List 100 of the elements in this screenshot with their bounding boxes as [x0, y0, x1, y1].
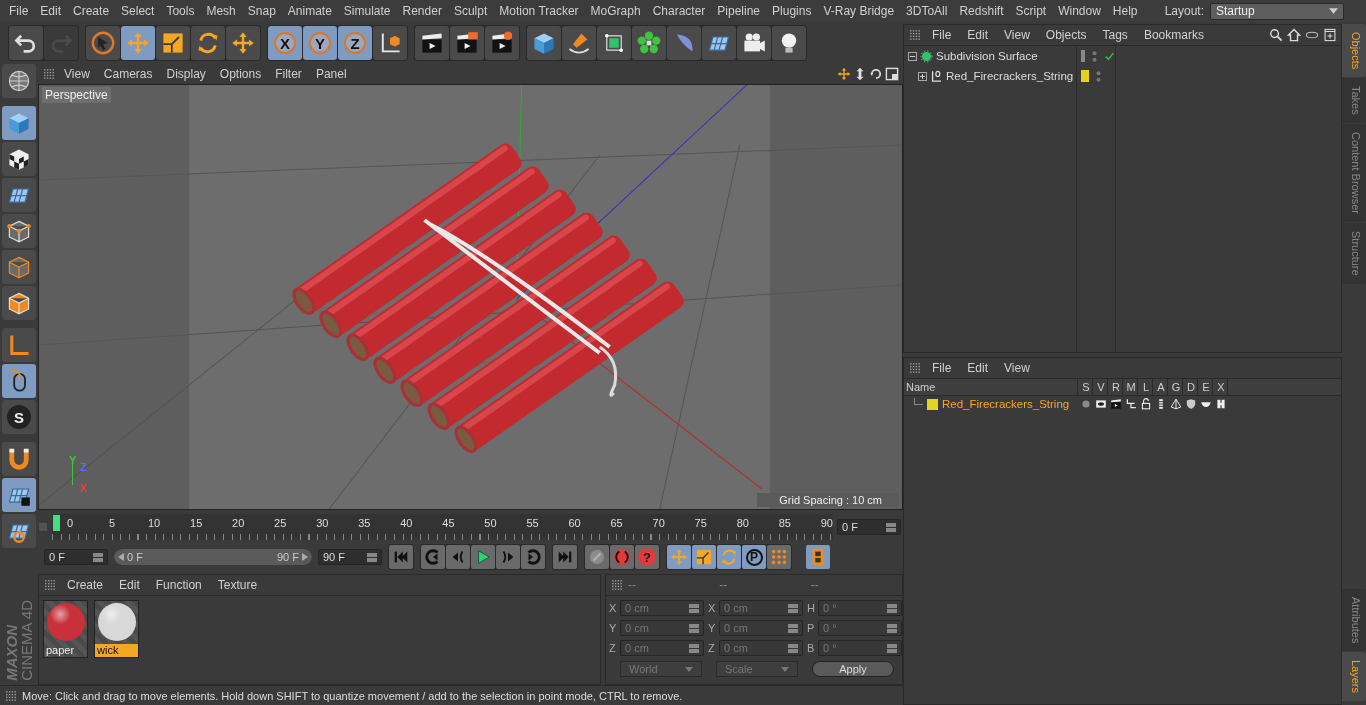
side-tab[interactable]: Content Browser	[1342, 124, 1366, 222]
apply-button[interactable]: Apply	[812, 661, 894, 677]
menu-item[interactable]: Tags	[1096, 28, 1134, 42]
frame-range-slider[interactable]: 0 F 90 F	[114, 549, 312, 565]
timeline-button[interactable]	[806, 545, 830, 569]
side-tab[interactable]: Layers	[1342, 651, 1366, 701]
menu-item[interactable]: Panel	[309, 67, 353, 81]
next-frame-button[interactable]	[496, 545, 520, 569]
material-swatch[interactable]: wick	[94, 600, 139, 658]
menu-item[interactable]: V-Ray Bridge	[817, 4, 901, 18]
menu-item[interactable]: Render	[396, 4, 448, 18]
menu-item[interactable]: Filter	[269, 67, 308, 81]
axis-lock-button[interactable]: Y	[303, 26, 337, 60]
menu-item[interactable]: Edit	[961, 28, 995, 42]
menu-item[interactable]: Display	[160, 67, 212, 81]
side-tab[interactable]: Objects	[1342, 24, 1366, 78]
menu-item[interactable]: Select	[115, 4, 161, 18]
column-header[interactable]: L	[1138, 379, 1153, 395]
axis-lock-button[interactable]: X	[268, 26, 302, 60]
parameter-key-button[interactable]: P	[742, 545, 766, 569]
menu-item[interactable]: Function	[149, 578, 208, 592]
check-icon[interactable]	[1104, 50, 1115, 62]
expand-toggle[interactable]	[918, 71, 927, 81]
column-header[interactable]: X	[1213, 379, 1228, 395]
menu-item[interactable]: Redshift	[953, 4, 1010, 18]
menu-item[interactable]: Script	[1009, 4, 1053, 18]
material-swatch[interactable]: paper	[43, 600, 88, 658]
play-button[interactable]	[471, 545, 495, 569]
menu-item[interactable]: Edit	[961, 361, 995, 375]
menu-item[interactable]: File	[926, 361, 958, 375]
mode-button[interactable]	[2, 442, 36, 476]
menu-item[interactable]: Snap	[241, 4, 282, 18]
menu-item[interactable]: File	[3, 4, 35, 18]
menu-item[interactable]: View	[58, 67, 96, 81]
tool-button[interactable]	[9, 26, 43, 60]
previous-frame-button[interactable]	[446, 545, 470, 569]
column-header[interactable]: Name	[904, 379, 1078, 395]
menu-item[interactable]: 3DToAll	[900, 4, 954, 18]
menu-item[interactable]: Sculpt	[447, 4, 494, 18]
axis-lock-button[interactable]: Z	[338, 26, 372, 60]
menu-item[interactable]: Create	[67, 4, 116, 18]
column-header[interactable]: E	[1198, 379, 1213, 395]
column-header[interactable]: A	[1153, 379, 1168, 395]
menu-item[interactable]: Edit	[34, 4, 68, 18]
menu-item[interactable]: File	[926, 28, 958, 42]
mode-button[interactable]	[2, 286, 36, 320]
right-arrow-icon[interactable]	[302, 553, 308, 561]
layer-color-swatch[interactable]	[927, 398, 938, 410]
object-name[interactable]: Red_Firecrackers_String	[946, 70, 1074, 82]
menu-item[interactable]: Help	[1106, 4, 1144, 18]
menu-item[interactable]: Objects	[1039, 28, 1093, 42]
tool-button[interactable]	[772, 26, 806, 60]
mode-button[interactable]	[2, 364, 36, 398]
menu-item[interactable]: Pipeline	[711, 4, 767, 18]
snap-button[interactable]: S	[2, 400, 36, 434]
column-header[interactable]: D	[1183, 379, 1198, 395]
menu-item[interactable]: Tools	[160, 4, 201, 18]
tool-button[interactable]	[373, 26, 407, 60]
column-header[interactable]: M	[1123, 379, 1138, 395]
keyframe-button[interactable]	[585, 545, 609, 569]
next-key-button[interactable]	[521, 545, 545, 569]
menu-item[interactable]: Plugins	[766, 4, 818, 18]
menu-item[interactable]: Character	[646, 4, 712, 18]
layer-color-tag[interactable]	[1081, 50, 1085, 62]
point-level-button[interactable]	[767, 545, 791, 569]
column-header[interactable]: V	[1093, 379, 1108, 395]
mode-button[interactable]	[2, 214, 36, 248]
menu-item[interactable]: Mesh	[200, 4, 242, 18]
left-arrow-icon[interactable]	[118, 553, 124, 561]
timeline-ruler[interactable]: 0 5 10 15 20 25 30 35 40 45 50 55 60 65 70 75 80 85 90	[52, 514, 833, 540]
menu-item[interactable]: Motion Tracker	[493, 4, 585, 18]
side-tab[interactable]: Structure	[1342, 223, 1366, 284]
menu-item[interactable]: Animate	[281, 4, 338, 18]
tool-button[interactable]	[485, 26, 519, 60]
menu-item[interactable]: Window	[1052, 4, 1107, 18]
menu-item[interactable]: Edit	[113, 578, 146, 592]
column-header[interactable]: S	[1078, 379, 1093, 395]
menu-item[interactable]: Bookmarks	[1137, 28, 1210, 42]
start-frame-field[interactable]: 0 F	[44, 549, 108, 565]
menu-item[interactable]: Cameras	[97, 67, 159, 81]
end-frame-field[interactable]: 90 F	[318, 549, 382, 565]
tool-button[interactable]	[450, 26, 484, 60]
scale-key-button[interactable]	[692, 545, 716, 569]
side-tab[interactable]: Takes	[1342, 78, 1366, 124]
side-tab[interactable]: Attributes	[1342, 588, 1366, 651]
go-end-button[interactable]	[553, 545, 577, 569]
menu-item[interactable]: Create	[61, 578, 110, 592]
mode-button[interactable]	[2, 478, 36, 512]
menu-item[interactable]: View	[998, 361, 1036, 375]
previous-key-button[interactable]	[421, 545, 445, 569]
menu-item[interactable]: MoGraph	[584, 4, 647, 18]
object-name[interactable]: Subdivision Surface	[936, 50, 1038, 62]
key-selection-button[interactable]: ?	[635, 545, 659, 569]
go-start-button[interactable]	[389, 545, 413, 569]
auto-key-button[interactable]	[610, 545, 634, 569]
layer-name[interactable]: Red_Firecrackers_String	[942, 398, 1070, 410]
menu-item[interactable]: View	[998, 28, 1036, 42]
layer-color-tag[interactable]	[1081, 70, 1089, 82]
column-header[interactable]: G	[1168, 379, 1183, 395]
menu-item[interactable]: Texture	[211, 578, 264, 592]
